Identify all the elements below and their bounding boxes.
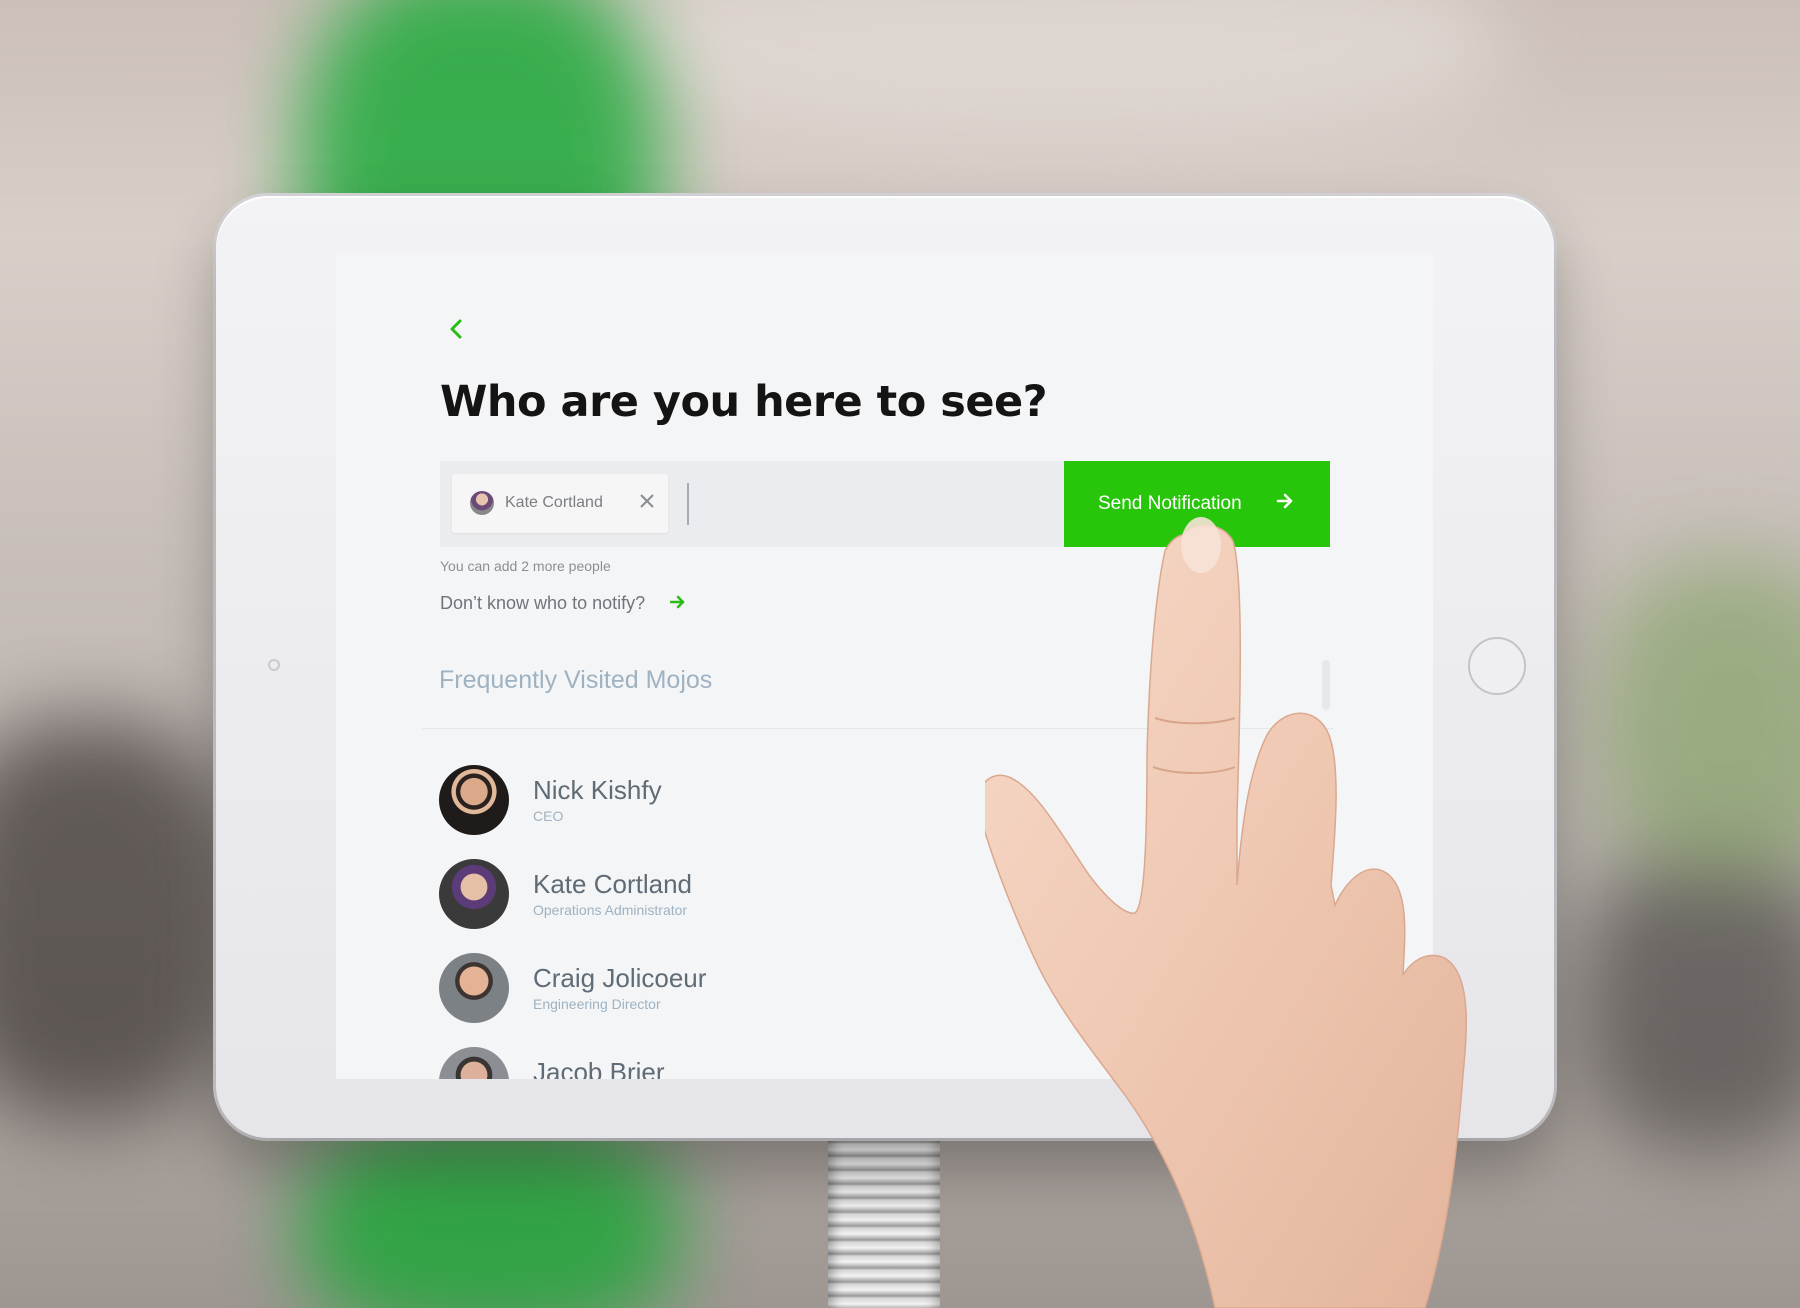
- person-name: Jacob Brier: [533, 1057, 665, 1079]
- arrow-right-icon: [1276, 488, 1294, 516]
- background-plant: [1600, 560, 1800, 880]
- background-dark-right: [1580, 850, 1800, 1150]
- background-green-floor: [300, 1120, 680, 1308]
- person-role: Operations Administrator: [533, 902, 688, 918]
- page-title: Who are you here to see?: [440, 377, 1048, 427]
- arrow-right-icon: [669, 593, 686, 613]
- close-icon: [640, 494, 654, 508]
- divider: [422, 728, 1333, 729]
- home-button[interactable]: [1468, 637, 1526, 695]
- remove-recipient-button[interactable]: [635, 489, 659, 517]
- back-button[interactable]: [444, 317, 468, 347]
- background-light: [600, 0, 1500, 140]
- unknown-recipient-label: Don’t know who to notify?: [440, 593, 646, 613]
- photo-scene: Who are you here to see? Kate Cortland S…: [0, 0, 1800, 1308]
- list-item[interactable]: Kate Cortland Operations Administrator: [439, 859, 1039, 929]
- background-dark-left: [0, 720, 240, 1120]
- scrollbar[interactable]: [1322, 660, 1330, 710]
- person-name: Nick Kishfy: [533, 775, 662, 805]
- avatar: [439, 765, 509, 835]
- recipient-chip-label: Kate Cortland: [505, 494, 603, 511]
- avatar: [470, 491, 494, 515]
- avatar: [439, 1047, 509, 1079]
- recipient-picker[interactable]: Kate Cortland: [440, 461, 1064, 547]
- send-notification-label: Send Notification: [1098, 493, 1242, 514]
- person-role: CEO: [533, 808, 564, 824]
- recipient-search-input[interactable]: [680, 475, 1050, 533]
- person-role: Engineering Director: [533, 996, 661, 1012]
- list-item[interactable]: Craig Jolicoeur Engineering Director: [439, 953, 1039, 1023]
- chevron-left-icon: [450, 319, 462, 339]
- list-item[interactable]: Jacob Brier: [439, 1047, 1039, 1079]
- section-title: Frequently Visited Mojos: [439, 666, 713, 694]
- person-name: Craig Jolicoeur: [533, 963, 707, 993]
- camera-icon: [268, 659, 280, 671]
- person-name: Kate Cortland: [533, 869, 692, 899]
- send-notification-button[interactable]: Send Notification: [1064, 461, 1330, 547]
- recipient-chip: Kate Cortland: [452, 474, 668, 533]
- recipient-limit-hint: You can add 2 more people: [440, 558, 611, 574]
- tablet-stand: [828, 1130, 940, 1308]
- kiosk-screen: Who are you here to see? Kate Cortland S…: [336, 255, 1433, 1079]
- avatar: [439, 953, 509, 1023]
- unknown-recipient-link[interactable]: Don’t know who to notify?: [440, 593, 686, 614]
- avatar: [439, 859, 509, 929]
- list-item[interactable]: Nick Kishfy CEO: [439, 765, 1039, 835]
